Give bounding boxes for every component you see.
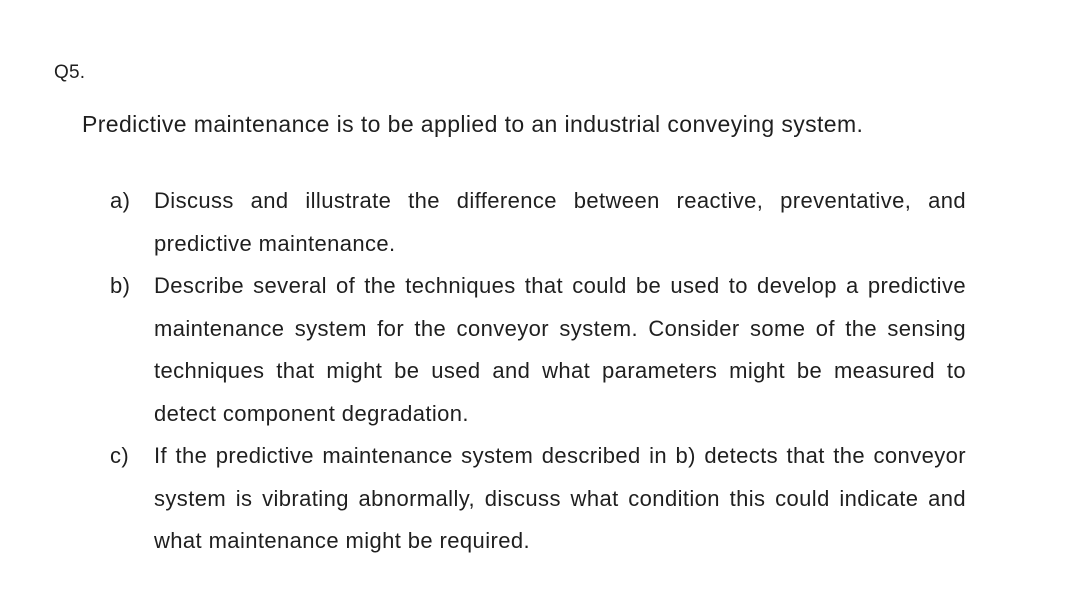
- part-text: Discuss and illustrate the difference be…: [154, 188, 966, 256]
- part-text: If the predictive maintenance system des…: [154, 443, 966, 553]
- question-intro: Predictive maintenance is to be applied …: [82, 111, 864, 137]
- question-part-a: a) Discuss and illustrate the difference…: [110, 180, 966, 265]
- part-text: Describe several of the techniques that …: [154, 273, 966, 426]
- part-label: a): [110, 188, 131, 213]
- part-label: b): [110, 273, 131, 298]
- question-number: Q5.: [54, 62, 86, 83]
- question-part-b: b) Describe several of the techniques th…: [110, 265, 966, 435]
- part-label: c): [110, 443, 130, 468]
- question-parts-list: a) Discuss and illustrate the difference…: [110, 180, 966, 563]
- question-part-c: c) If the predictive maintenance system …: [110, 435, 966, 563]
